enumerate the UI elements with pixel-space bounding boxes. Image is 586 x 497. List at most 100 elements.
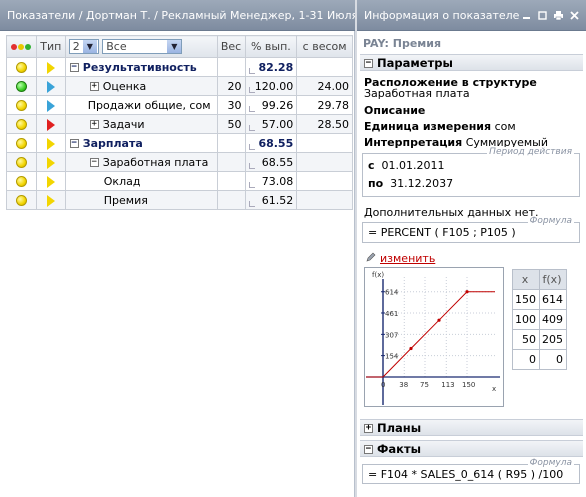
type-cell — [35, 76, 66, 96]
weight-cell: 50 — [216, 114, 246, 134]
ftable-x: 50 — [512, 329, 540, 350]
indicator-name[interactable]: − Результативность — [64, 57, 218, 77]
table-header: Тип 2 ▼ Все ▼ Вес % вып. с весом — [6, 35, 353, 58]
x-tick-label: 150 — [462, 381, 475, 389]
unit-line: Единица измерения сом — [364, 120, 516, 133]
indicator-name-text: Премия — [103, 193, 148, 207]
table-row[interactable]: + Оценка 20 120.00 24.00 — [6, 76, 353, 96]
x-tick-label: 113 — [441, 381, 454, 389]
facts-formula-text: = F104 * SALES_0_614 ( R95 ) /100 — [368, 468, 564, 481]
ftable-x: 150 — [512, 289, 540, 310]
filter-select-value: Все — [106, 40, 127, 53]
table-row[interactable]: − Заработная плата 68.55 — [6, 152, 353, 172]
section-facts[interactable]: − Факты — [360, 440, 583, 457]
ftable-fx: 409 — [539, 309, 567, 330]
indicator-name-text: Оклад — [103, 174, 141, 188]
type-arrow-icon — [46, 118, 55, 131]
indicator-heading: PAY: Премия — [363, 37, 442, 50]
pct-value: 68.55 — [258, 136, 294, 150]
maximize-icon[interactable] — [537, 10, 548, 21]
minimize-icon[interactable] — [521, 10, 532, 21]
function-table-row: 100 409 — [512, 309, 567, 330]
wpct-cell — [296, 57, 353, 77]
wpct-cell — [296, 152, 353, 172]
table-row[interactable]: + Задачи 50 57.00 28.50 — [6, 114, 353, 134]
filter-select[interactable]: Все ▼ — [102, 39, 183, 54]
indicator-name[interactable]: Оклад — [64, 171, 218, 191]
header-lights — [6, 35, 37, 58]
type-cell — [35, 190, 66, 210]
cell-corner-icon — [248, 201, 255, 207]
ftable-fx: 614 — [539, 289, 567, 310]
indicator-name-text: Результативность — [82, 60, 197, 74]
collapse-icon[interactable]: − — [69, 63, 79, 72]
indicator-name[interactable]: + Задачи — [64, 114, 218, 134]
chevron-down-icon: ▼ — [82, 40, 97, 53]
type-cell — [35, 133, 66, 153]
info-panel-title: Информация о показателе — [357, 0, 586, 31]
collapse-icon[interactable]: − — [69, 139, 79, 148]
traffic-light-icon — [11, 44, 32, 50]
table-row[interactable]: − Зарплата 68.55 — [6, 133, 353, 153]
table-row[interactable]: Премия 61.52 — [6, 190, 353, 210]
facts-formula-legend: Формула — [527, 458, 574, 468]
close-icon[interactable] — [569, 10, 580, 21]
section-params[interactable]: − Параметры — [360, 54, 583, 71]
cell-corner-icon — [248, 87, 255, 93]
data-point — [465, 290, 469, 294]
function-table: x f(x) 150 614 100 409 50 205 0 0 — [512, 269, 567, 370]
ftable-header-x: x — [512, 269, 540, 290]
formula-box: Формула = PERCENT ( F105 ; P105 ) — [362, 216, 580, 243]
table-row[interactable]: − Результативность 82.28 — [6, 57, 353, 77]
pencil-icon — [366, 252, 376, 262]
pct-cell: 82.28 — [244, 57, 298, 77]
type-cell — [35, 57, 66, 77]
collapse-icon[interactable]: − — [89, 158, 99, 167]
indicator-name-text: Оценка — [102, 79, 147, 93]
type-arrow-icon — [46, 61, 55, 74]
type-arrow-icon — [46, 175, 55, 188]
indicator-name[interactable]: Премия — [64, 190, 218, 210]
status-lamp — [6, 152, 37, 172]
table-row[interactable]: Оклад 73.08 — [6, 171, 353, 191]
section-plans[interactable]: + Планы — [360, 419, 583, 436]
pct-cell: 73.08 — [244, 171, 298, 191]
indicator-name-text: Продажи общие, сом — [87, 98, 211, 112]
indicator-name[interactable]: − Заработная плата — [64, 152, 218, 172]
status-lamp-icon — [15, 195, 27, 206]
y-tick-label: 154 — [385, 353, 399, 361]
indicator-name[interactable]: Продажи общие, сом — [64, 95, 218, 115]
type-arrow-icon — [46, 194, 55, 207]
formula-legend: Формула — [527, 216, 574, 226]
indicator-name[interactable]: − Зарплата — [64, 133, 218, 153]
expand-icon[interactable]: + — [89, 82, 99, 91]
pct-value: 99.26 — [261, 98, 294, 112]
type-arrow-icon — [46, 80, 55, 93]
indicators-panel: Тип 2 ▼ Все ▼ Вес % вып. с весом − Резуль… — [0, 31, 355, 497]
info-panel-title-text: Информация о показателе — [364, 9, 520, 22]
status-lamp-icon — [15, 138, 27, 149]
weight-cell — [216, 152, 246, 172]
period-to: по 31.12.2037 — [368, 177, 454, 190]
cell-corner-icon — [248, 106, 255, 112]
table-row[interactable]: Продажи общие, сом 30 99.26 29.78 — [6, 95, 353, 115]
indicator-name[interactable]: + Оценка — [64, 76, 218, 96]
pct-value: 61.52 — [261, 193, 294, 207]
pct-value: 57.00 — [261, 117, 294, 131]
pct-value: 82.28 — [258, 60, 294, 74]
period-box: Период действия с 01.01.2011 по 31.12.20… — [362, 147, 580, 197]
indicator-name-text: Зарплата — [82, 136, 143, 150]
ftable-header-fx: f(x) — [539, 269, 567, 290]
print-icon[interactable] — [553, 10, 564, 21]
type-cell — [35, 152, 66, 172]
expand-icon[interactable]: + — [89, 120, 99, 129]
expand-icon: + — [364, 423, 373, 433]
edit-link[interactable]: изменить — [380, 252, 435, 265]
cell-corner-icon — [248, 125, 255, 131]
header-filters: 2 ▼ Все ▼ — [64, 35, 218, 58]
type-arrow-icon — [46, 137, 55, 150]
data-point — [437, 318, 441, 322]
unit-value: сом — [494, 120, 516, 133]
level-select[interactable]: 2 ▼ — [68, 39, 99, 54]
y-tick-label: 307 — [385, 331, 398, 339]
